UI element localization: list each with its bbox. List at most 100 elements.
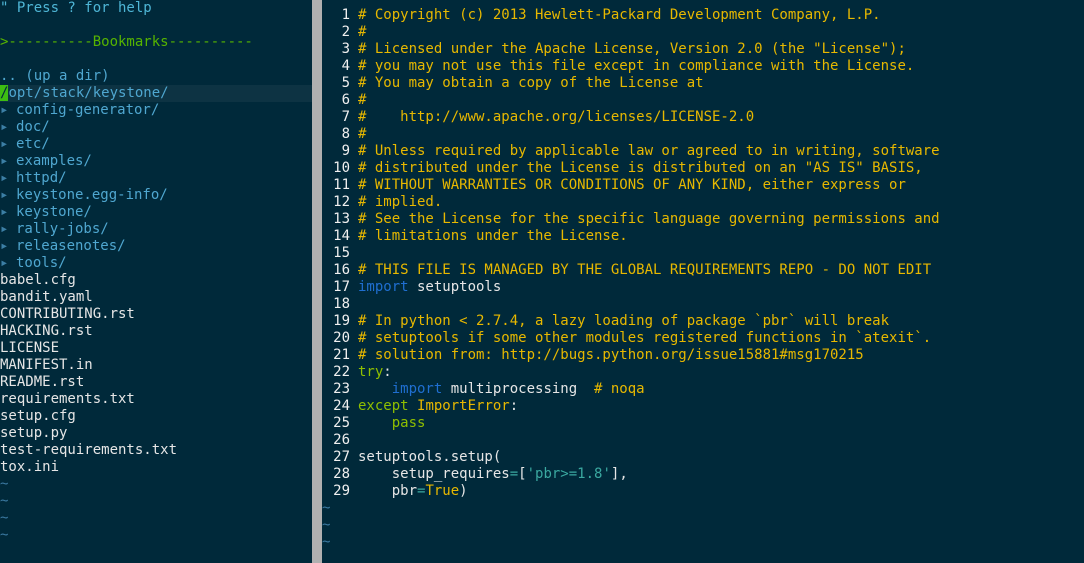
dir-name: releasenotes/: [16, 238, 126, 254]
code-token: :: [383, 364, 392, 380]
code-line[interactable]: 29 pbr=True): [322, 483, 1084, 500]
tree-file-item[interactable]: bandit.yaml: [0, 289, 312, 306]
tree-file-item[interactable]: MANIFEST.in: [0, 357, 312, 374]
tree-dir-item[interactable]: ▸ keystone/: [0, 204, 312, 221]
expand-arrow-icon: ▸: [0, 102, 9, 118]
line-number: 8: [341, 126, 350, 142]
tree-dir-item[interactable]: ▸ keystone.egg-info/: [0, 187, 312, 204]
code-line[interactable]: 22 try:: [322, 364, 1084, 381]
code-token: except: [358, 398, 409, 414]
tilde-marker: ~: [0, 510, 9, 526]
line-number: 2: [341, 24, 350, 40]
tree-dir-item[interactable]: ▸ rally-jobs/: [0, 221, 312, 238]
code-line[interactable]: 19 # In python < 2.7.4, a lazy loading of…: [322, 313, 1084, 330]
tilde-marker: ~: [0, 493, 9, 509]
code-line[interactable]: 4 # you may not use this file except in c…: [322, 58, 1084, 75]
line-number: 21: [333, 347, 350, 363]
code-line[interactable]: 9 # Unless required by applicable law or …: [322, 143, 1084, 160]
code-line[interactable]: 18: [322, 296, 1084, 313]
tree-file-item[interactable]: README.rst: [0, 374, 312, 391]
tree-file-item[interactable]: setup.py: [0, 425, 312, 442]
code-line[interactable]: 5 # You may obtain a copy of the License …: [322, 75, 1084, 92]
line-number: 19: [333, 313, 350, 329]
code-line[interactable]: 17 import setuptools: [322, 279, 1084, 296]
code-line[interactable]: 15: [322, 245, 1084, 262]
code-token: # In python < 2.7.4, a lazy loading of p…: [358, 313, 890, 329]
code-line[interactable]: 23 import multiprocessing # noqa: [322, 381, 1084, 398]
code-line[interactable]: 10 # distributed under the License is dis…: [322, 160, 1084, 177]
line-number: 11: [333, 177, 350, 193]
expand-arrow-icon: ▸: [0, 153, 9, 169]
code-line[interactable]: 27 setuptools.setup(: [322, 449, 1084, 466]
tree-file-item[interactable]: HACKING.rst: [0, 323, 312, 340]
code-token: setuptools: [408, 279, 502, 295]
code-line[interactable]: 14 # limitations under the License.: [322, 228, 1084, 245]
code-line[interactable]: 26: [322, 432, 1084, 449]
code-token: # implied.: [358, 194, 443, 210]
tree-dir-item[interactable]: ▸ doc/: [0, 119, 312, 136]
tree-file-item[interactable]: tox.ini: [0, 459, 312, 476]
tree-dir-item[interactable]: ▸ etc/: [0, 136, 312, 153]
code-line[interactable]: 11 # WITHOUT WARRANTIES OR CONDITIONS OF …: [322, 177, 1084, 194]
line-number: 1: [341, 7, 350, 23]
tree-root[interactable]: /opt/stack/keystone/: [0, 85, 312, 102]
line-number: 25: [333, 415, 350, 431]
code-line[interactable]: 20 # setuptools if some other modules reg…: [322, 330, 1084, 347]
code-line[interactable]: 7 # http://www.apache.org/licenses/LICENS…: [322, 109, 1084, 126]
tree-dir-item[interactable]: ▸ httpd/: [0, 170, 312, 187]
expand-arrow-icon: ▸: [0, 204, 9, 220]
tree-dir-item[interactable]: ▸ tools/: [0, 255, 312, 272]
code-token: import: [391, 381, 443, 397]
vertical-split-bar[interactable]: [312, 0, 322, 563]
line-number: 29: [333, 483, 350, 499]
empty-lines: ~ ~ ~ ~: [0, 476, 312, 544]
code-token: ): [459, 483, 468, 499]
code-line[interactable]: 13 # See the License for the specific lan…: [322, 211, 1084, 228]
code-line[interactable]: 2 #: [322, 24, 1084, 41]
code-line[interactable]: 8 #: [322, 126, 1084, 143]
code-line[interactable]: 6 #: [322, 92, 1084, 109]
code-line[interactable]: 28 setup_requires=['pbr>=1.8'],: [322, 466, 1084, 483]
tree-file-item[interactable]: LICENSE: [0, 340, 312, 357]
bookmarks-header[interactable]: >----------Bookmarks----------: [0, 34, 312, 51]
dir-list: ▸ config-generator/ ▸ doc/ ▸ etc/ ▸ examples/ ▸ h…: [0, 102, 312, 272]
line-number: 10: [333, 160, 350, 176]
code-line[interactable]: 24 except ImportError:: [322, 398, 1084, 415]
code-token: ImportError: [417, 398, 510, 414]
tree-dir-item[interactable]: ▸ examples/: [0, 153, 312, 170]
line-number: 17: [333, 279, 350, 295]
file-list: babel.cfg bandit.yaml CONTRIBUTING.rst HACK…: [0, 272, 312, 476]
editor-pane[interactable]: 1 # Copyright (c) 2013 Hewlett-Packard De…: [322, 0, 1084, 563]
code-token: # noqa: [594, 381, 645, 397]
tilde-marker: ~: [0, 476, 9, 492]
tree-dir-item[interactable]: ▸ config-generator/: [0, 102, 312, 119]
tree-file-item[interactable]: CONTRIBUTING.rst: [0, 306, 312, 323]
empty-lines: ~ ~ ~: [322, 500, 1084, 551]
code-line[interactable]: 21 # solution from: http://bugs.python.or…: [322, 347, 1084, 364]
code-line[interactable]: 16 # THIS FILE IS MANAGED BY THE GLOBAL R…: [322, 262, 1084, 279]
tree-dir-item[interactable]: ▸ releasenotes/: [0, 238, 312, 255]
code-line[interactable]: 25 pass: [322, 415, 1084, 432]
line-number: 22: [333, 364, 350, 380]
tree-file-item[interactable]: requirements.txt: [0, 391, 312, 408]
code-line[interactable]: 12 # implied.: [322, 194, 1084, 211]
up-a-dir[interactable]: .. (up a dir): [0, 68, 312, 85]
nerdtree-panel[interactable]: " Press ? for help >----------Bookmarks-…: [0, 0, 312, 563]
expand-arrow-icon: ▸: [0, 136, 9, 152]
code-token: #: [358, 92, 367, 108]
code-line[interactable]: 3 # Licensed under the Apache License, Ve…: [322, 41, 1084, 58]
code-token: # http://www.apache.org/licenses/LICENSE…: [358, 109, 755, 125]
code-token: True: [425, 483, 460, 499]
expand-arrow-icon: ▸: [0, 221, 9, 237]
line-number: 4: [341, 58, 350, 74]
code-token: multiprocessing: [442, 381, 595, 397]
tree-file-item[interactable]: setup.cfg: [0, 408, 312, 425]
root-path: opt/stack/keystone/: [8, 85, 169, 101]
tree-file-item[interactable]: test-requirements.txt: [0, 442, 312, 459]
tree-file-item[interactable]: babel.cfg: [0, 272, 312, 289]
code-token: pass: [391, 415, 426, 431]
code-token: # you may not use this file except in co…: [358, 58, 915, 74]
code-line[interactable]: 1 # Copyright (c) 2013 Hewlett-Packard De…: [322, 7, 1084, 24]
